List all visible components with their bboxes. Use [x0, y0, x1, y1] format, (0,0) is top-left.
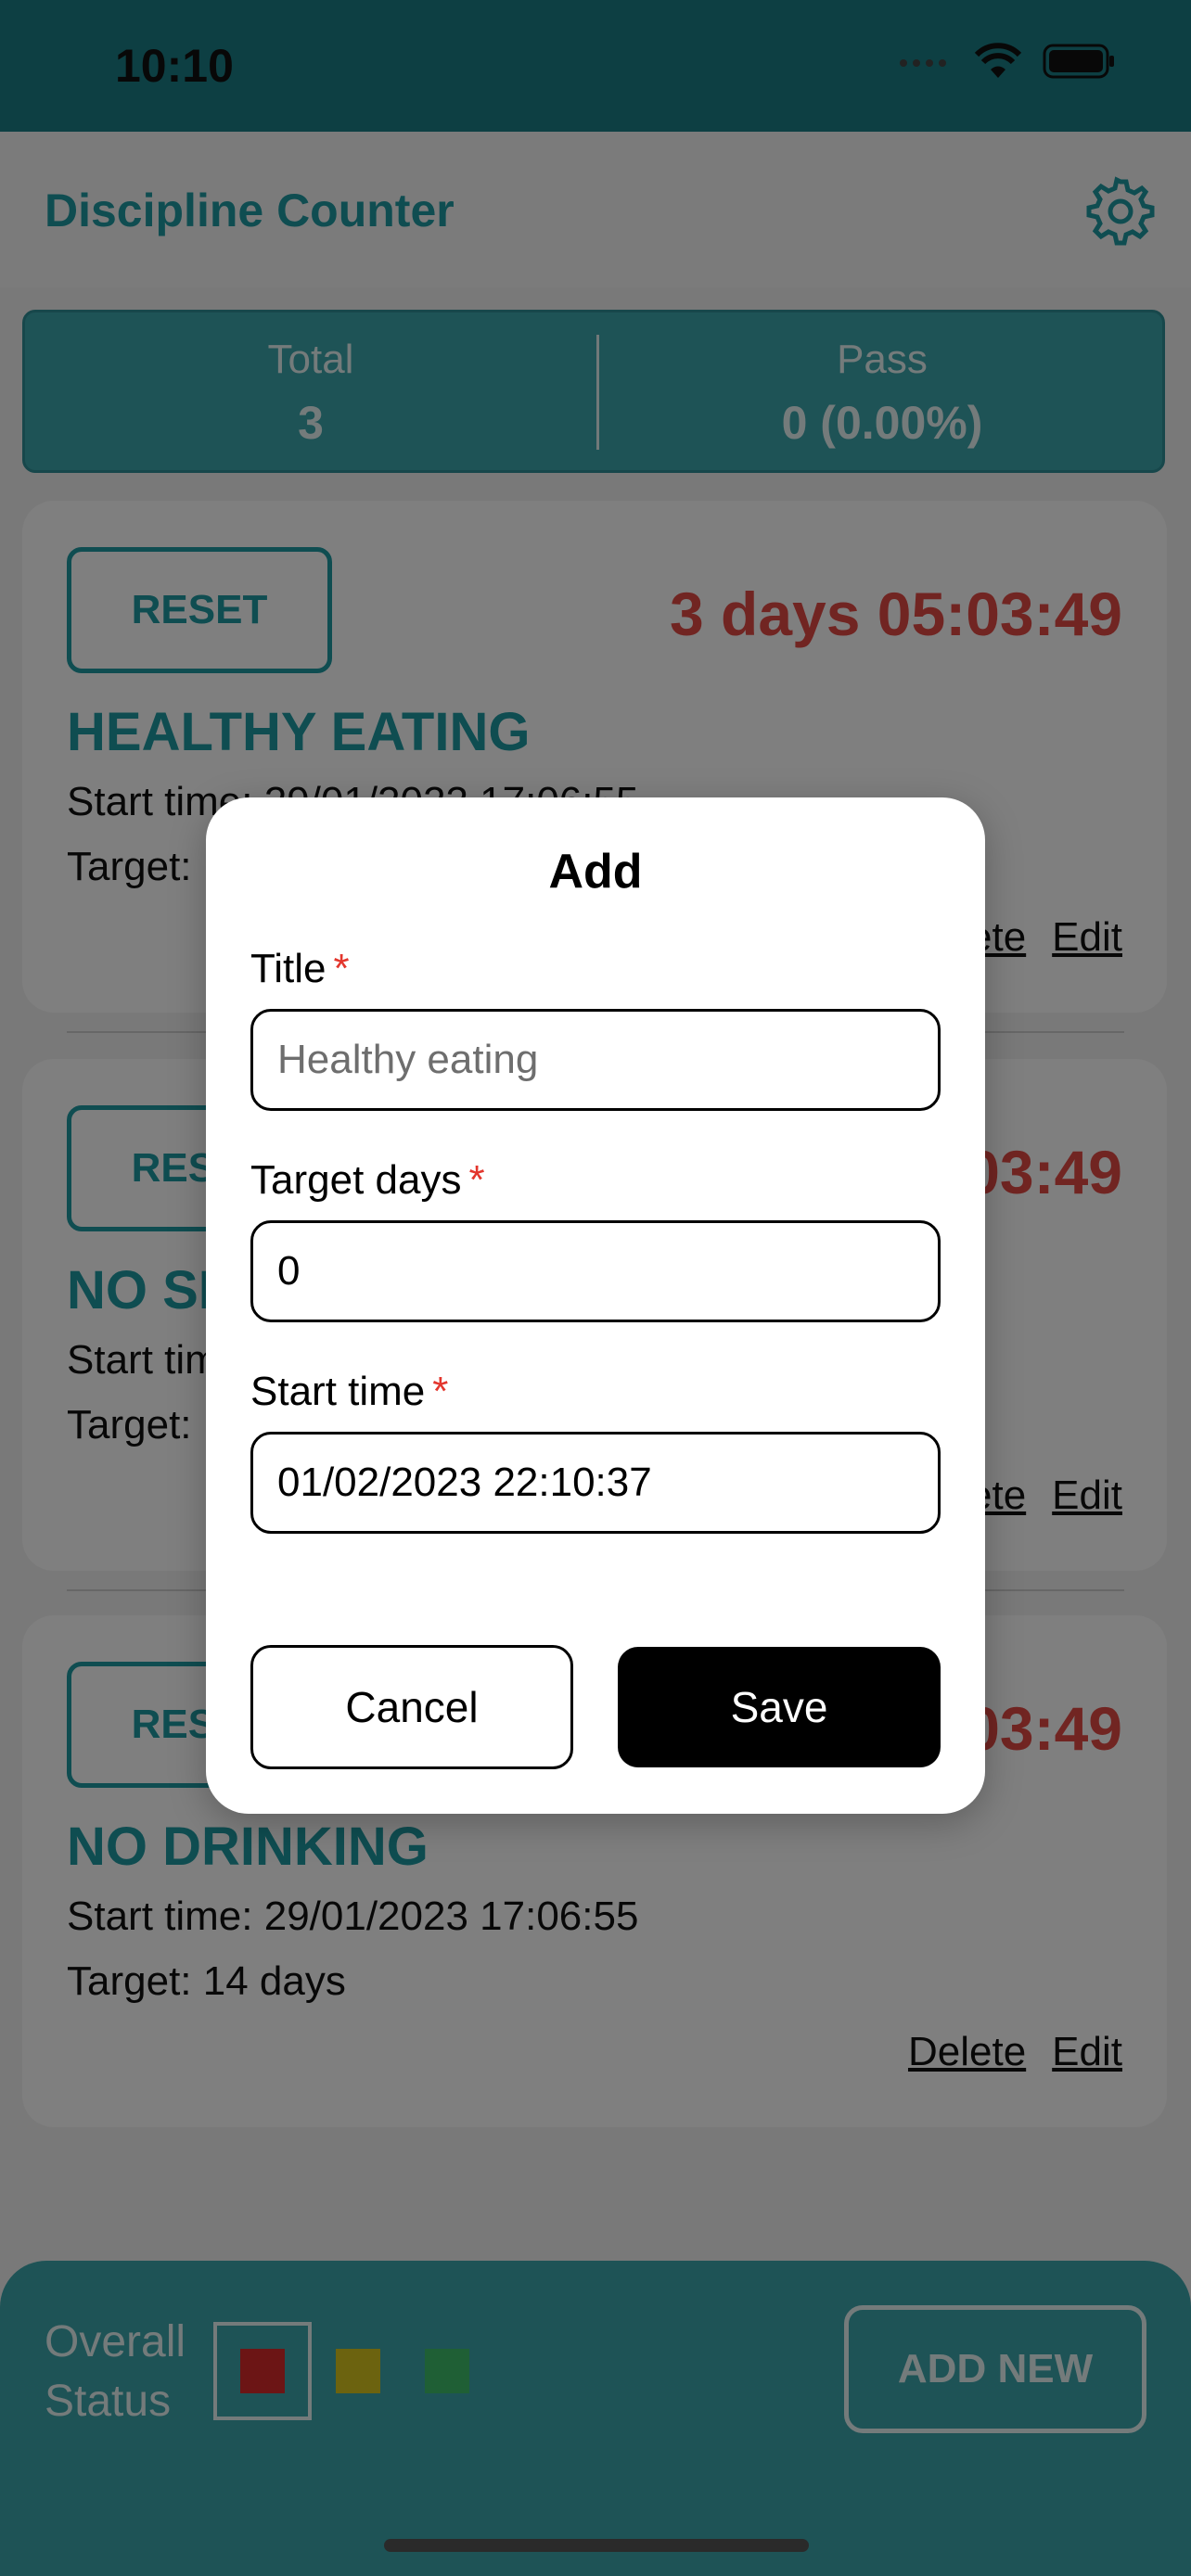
title-label-text: Title — [250, 946, 327, 991]
start-label-text: Start time — [250, 1369, 426, 1414]
required-mark: * — [468, 1157, 485, 1203]
cancel-button[interactable]: Cancel — [250, 1645, 573, 1769]
add-dialog: Add Title * Healthy eating Target days * 0… — [206, 797, 985, 1814]
required-mark: * — [432, 1369, 449, 1414]
start-time-input[interactable]: 01/02/2023 22:10:37 — [250, 1432, 941, 1534]
target-field-label: Target days * — [250, 1157, 485, 1204]
title-input[interactable]: Healthy eating — [250, 1009, 941, 1111]
start-field-label: Start time * — [250, 1369, 448, 1415]
required-mark: * — [333, 946, 350, 991]
target-days-input[interactable]: 0 — [250, 1220, 941, 1322]
title-field-label: Title * — [250, 946, 350, 992]
save-button[interactable]: Save — [618, 1647, 941, 1767]
dialog-title: Add — [548, 845, 643, 899]
target-label-text: Target days — [250, 1157, 462, 1203]
